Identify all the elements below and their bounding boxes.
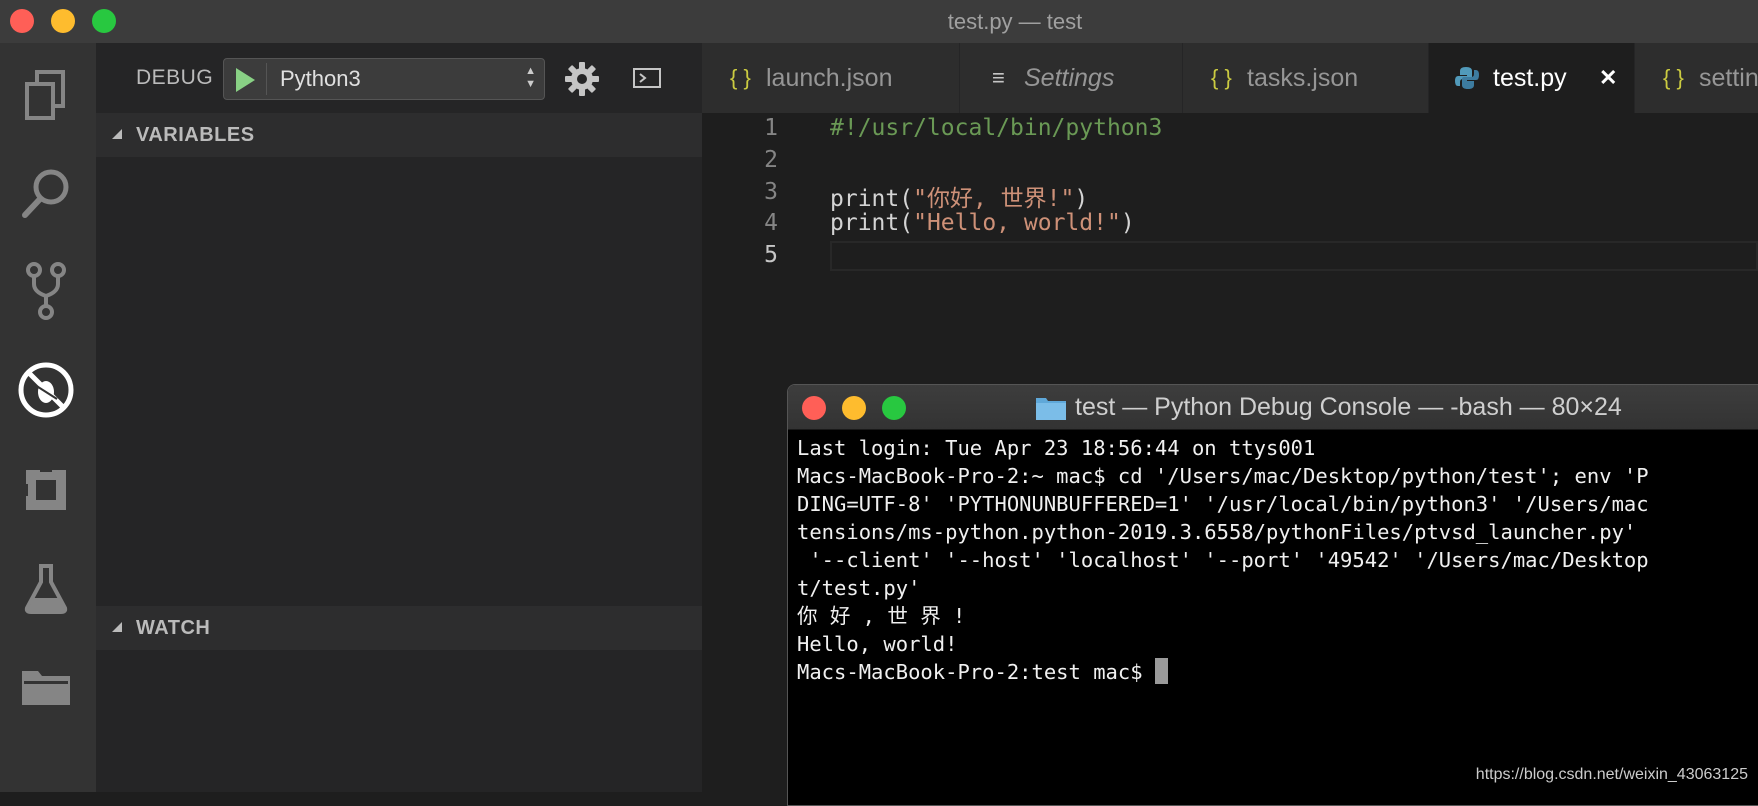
terminal-line: '--client' '--host' 'localhost' '--port'…: [797, 548, 1649, 572]
tab-tasks-json[interactable]: { } tasks.json: [1183, 43, 1429, 113]
terminal-output: Last login: Tue Apr 23 18:56:44 on ttys0…: [797, 434, 1758, 686]
terminal-line: t/test.py': [797, 576, 921, 600]
code-function: print(: [830, 186, 914, 212]
terminal-prompt-line[interactable]: Macs-MacBook-Pro-2:test mac$: [797, 658, 1758, 686]
settings-lines-icon: ≡: [992, 65, 1005, 90]
debug-icon[interactable]: [16, 360, 76, 420]
terminal-zoom-button[interactable]: [882, 396, 906, 420]
terminal-line: 你 好 , 世 界 !: [797, 604, 966, 628]
debug-sidebar: DEBUG Python3 ▲ ▼ VARIABLES WATCH: [96, 43, 702, 792]
json-braces-icon: { }: [730, 65, 751, 90]
line-number: 1: [764, 115, 778, 141]
terminal-line: Macs-MacBook-Pro-2:~ mac$ cd '/Users/mac…: [797, 464, 1649, 488]
tab-label: test.py: [1493, 64, 1567, 92]
folder-icon[interactable]: [16, 657, 76, 717]
code-line: print("Hello, world!"): [830, 210, 1135, 236]
terminal-title: test — Python Debug Console — -bash — 80…: [1075, 393, 1622, 421]
tab-launch-json[interactable]: { } launch.json: [702, 43, 960, 113]
terminal-line: Last login: Tue Apr 23 18:56:44 on ttys0…: [797, 436, 1316, 460]
line-number: 2: [764, 147, 778, 173]
terminal-prompt: Macs-MacBook-Pro-2:test mac$: [797, 660, 1155, 684]
code-string: "你好, 世界!": [913, 186, 1075, 212]
code-punct: ): [1120, 210, 1135, 236]
collapse-triangle-icon: [112, 622, 122, 632]
watermark: https://blog.csdn.net/weixin_43063125: [1475, 766, 1748, 783]
terminal-line: tensions/ms-python.python-2019.3.6558/py…: [797, 520, 1637, 544]
json-braces-icon: { }: [1663, 65, 1684, 90]
collapse-triangle-icon: [112, 129, 122, 139]
tab-settings[interactable]: ≡ Settings: [960, 43, 1183, 113]
variables-title: VARIABLES: [136, 124, 255, 146]
folder-icon: [1035, 395, 1067, 426]
watch-title: WATCH: [136, 617, 211, 639]
terminal-minimize-button[interactable]: [842, 396, 866, 420]
debug-console-icon[interactable]: [632, 63, 662, 93]
tab-test-py[interactable]: test.py ✕: [1429, 43, 1635, 113]
code-string: "Hello, world!": [913, 210, 1121, 236]
current-line-highlight: [830, 241, 1758, 271]
variables-section-header[interactable]: VARIABLES: [96, 113, 702, 157]
tab-label: launch.json: [766, 64, 893, 92]
code-function: print(: [830, 210, 914, 236]
code-line: #!/usr/local/bin/python3: [830, 115, 1162, 141]
source-control-icon[interactable]: [16, 261, 76, 321]
python-icon: [1455, 66, 1479, 90]
code-punct: ): [1074, 186, 1089, 212]
close-tab-icon[interactable]: ✕: [1599, 43, 1617, 113]
json-braces-icon: { }: [1211, 65, 1232, 90]
watch-section-header[interactable]: WATCH: [96, 606, 702, 650]
terminal-window[interactable]: test — Python Debug Console — -bash — 80…: [787, 384, 1758, 806]
debug-configuration-select[interactable]: Python3 ▲ ▼: [223, 58, 545, 100]
activity-bar: [0, 43, 96, 792]
code-comment: #!/usr/local/bin/python3: [830, 115, 1163, 141]
explorer-icon[interactable]: [16, 65, 76, 125]
select-arrows-icon: ▲ ▼: [525, 65, 536, 90]
extensions-icon[interactable]: [16, 460, 76, 520]
line-number: 5: [764, 242, 778, 268]
line-number: 4: [764, 210, 778, 236]
terminal-line: DING=UTF-8' 'PYTHONUNBUFFERED=1' '/usr/l…: [797, 492, 1649, 516]
terminal-cursor: [1154, 658, 1168, 684]
search-icon[interactable]: [16, 163, 76, 223]
editor-tab-bar: { } launch.json ≡ Settings { } tasks.jso…: [702, 43, 1758, 113]
gear-icon[interactable]: [564, 61, 600, 97]
config-separator: [266, 63, 267, 95]
tab-label: Settings: [1024, 64, 1115, 92]
tab-label: settin: [1699, 64, 1758, 92]
window-title: test.py — test: [947, 9, 1083, 34]
tab-settings-json[interactable]: { } settin: [1635, 43, 1758, 113]
code-line: print("你好, 世界!"): [830, 179, 1088, 213]
terminal-close-button[interactable]: [802, 396, 826, 420]
window-titlebar: test.py — test: [0, 0, 1758, 43]
line-number: 3: [764, 179, 778, 205]
debug-toolbar: DEBUG Python3 ▲ ▼: [96, 43, 702, 113]
test-flask-icon[interactable]: [16, 559, 76, 619]
start-debugging-play-icon[interactable]: [236, 68, 255, 92]
tab-label: tasks.json: [1247, 64, 1359, 92]
terminal-line: Hello, world!: [797, 632, 958, 656]
debug-configuration-name: Python3: [280, 66, 361, 91]
terminal-titlebar: test — Python Debug Console — -bash — 80…: [788, 385, 1758, 430]
debug-label: DEBUG: [136, 66, 214, 89]
